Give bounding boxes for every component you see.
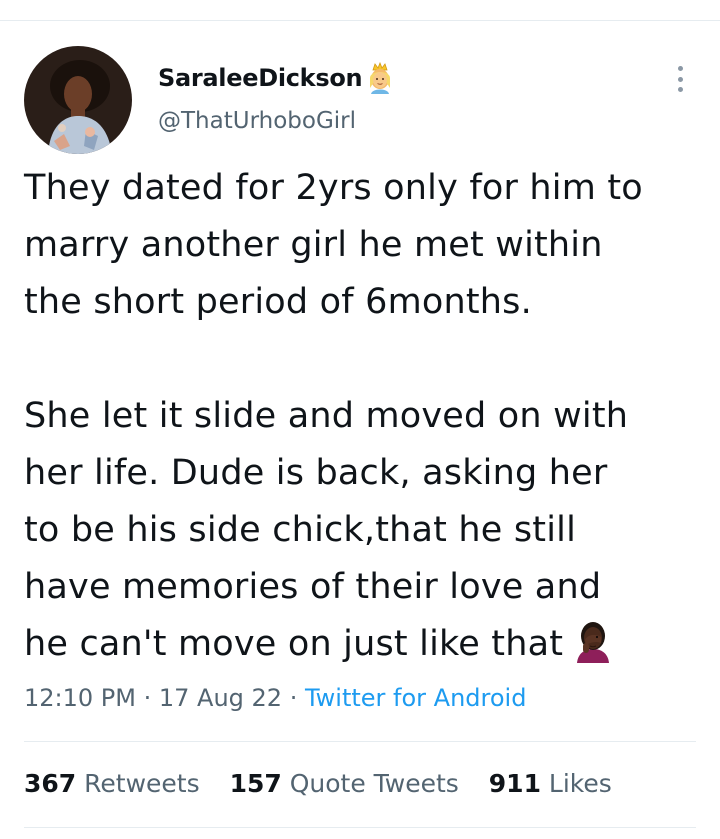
author-display-name[interactable]: SaraleeDickson — [158, 64, 363, 92]
more-dot-icon — [677, 87, 683, 92]
likes-stat[interactable]: 911 Likes — [489, 769, 612, 798]
tweet-line: marry another girl he met within — [24, 225, 603, 265]
tweet-line: her life. Dude is back, asking her — [24, 453, 608, 493]
quote-tweets-stat[interactable]: 157 Quote Tweets — [230, 769, 459, 798]
retweets-stat[interactable]: 367 Retweets — [24, 769, 200, 798]
tweet-line: he can't move on just like that — [24, 624, 564, 664]
tweet-line: the short period of 6months. — [24, 282, 532, 322]
tweet-line: She let it slide and moved on with — [24, 396, 629, 436]
author-avatar[interactable] — [24, 46, 132, 154]
tweet-line: have memories of their love and — [24, 567, 602, 607]
tweet-line-last: he can't move on just like that — [24, 616, 704, 673]
tweet-stats: 367 Retweets 157 Quote Tweets 911 Likes — [24, 766, 634, 802]
meta-separator: · — [135, 684, 159, 712]
tweet-line: to be his side chick,that he still — [24, 510, 577, 550]
stats-top-divider — [24, 741, 696, 742]
meta-separator: · — [282, 684, 305, 712]
tweet-time[interactable]: 12:10 PM — [24, 684, 136, 712]
princess-emoji-icon — [366, 61, 394, 94]
more-options-button[interactable] — [668, 62, 692, 96]
tweet-line: They dated for 2yrs only for him to — [24, 168, 643, 208]
tweet-date[interactable]: 17 Aug 22 — [159, 684, 282, 712]
quote-tweets-count: 157 — [229, 769, 282, 798]
stats-bottom-divider — [24, 827, 696, 828]
quote-tweets-label: Quote Tweets — [289, 769, 459, 798]
more-dot-icon — [677, 66, 683, 71]
top-divider — [0, 20, 720, 21]
tweet-paragraph-1: They dated for 2yrs only for him to marr… — [24, 160, 704, 331]
author-name-row[interactable]: SaraleeDickson — [158, 60, 394, 96]
likes-label: Likes — [548, 769, 612, 798]
likes-count: 911 — [488, 769, 541, 798]
tweet-text: They dated for 2yrs only for him to marr… — [24, 160, 704, 673]
tweet-meta: 12:10 PM · 17 Aug 22 · Twitter for Andro… — [24, 680, 526, 716]
facepalm-emoji-icon — [571, 619, 615, 663]
tweet-paragraph-2: She let it slide and moved on with her l… — [24, 388, 704, 673]
retweets-label: Retweets — [84, 769, 200, 798]
author-handle[interactable]: @ThatUrhoboGirl — [158, 108, 356, 134]
more-dot-icon — [677, 76, 683, 82]
retweets-count: 367 — [24, 769, 77, 798]
tweet-source-link[interactable]: Twitter for Android — [305, 684, 526, 712]
